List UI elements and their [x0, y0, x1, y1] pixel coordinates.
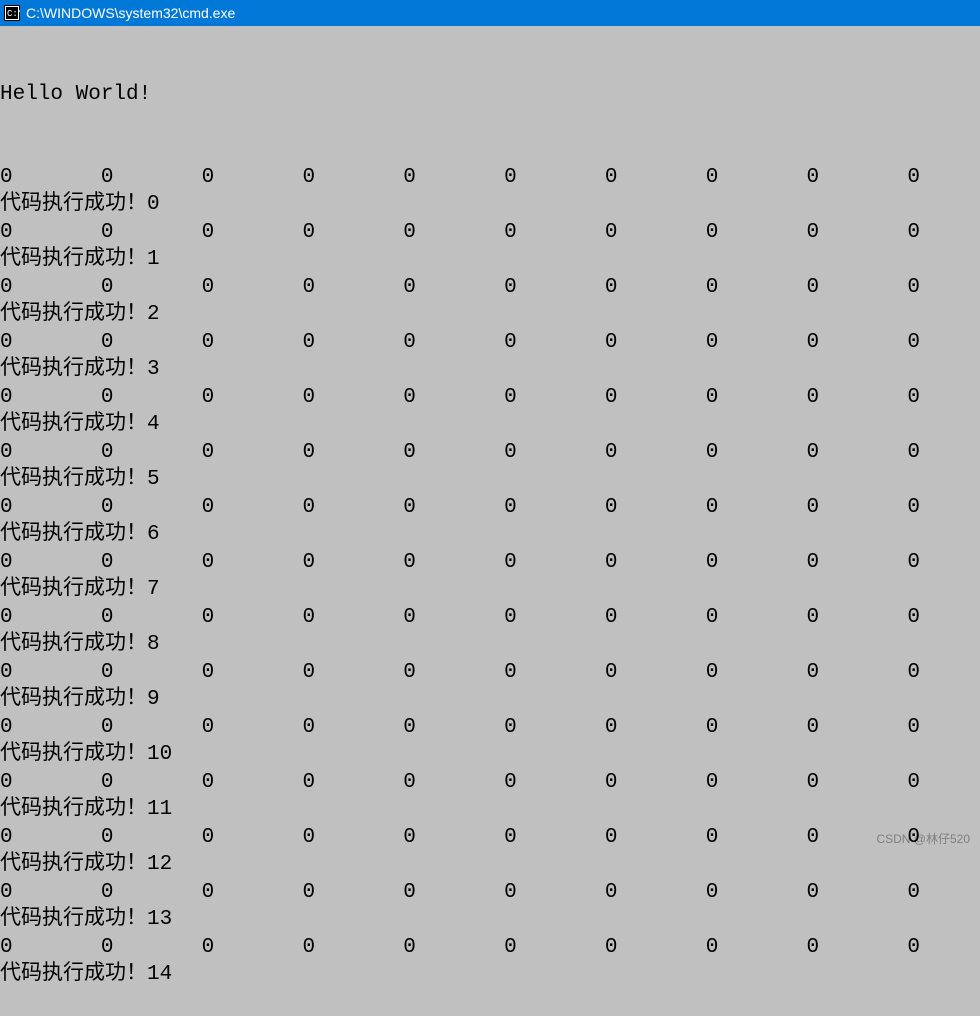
- console-zero-row: 0 0 0 0 0 0 0 0 0 0 0 0: [0, 769, 980, 797]
- console-success-line: 代码执行成功！12: [0, 851, 980, 879]
- console-zero-row: 0 0 0 0 0 0 0 0 0 0 0 0: [0, 219, 980, 247]
- console-zero-row: 0 0 0 0 0 0 0 0 0 0 0 0: [0, 274, 980, 302]
- console-zero-row: 0 0 0 0 0 0 0 0 0 0 0 0: [0, 549, 980, 577]
- console-zero-row: 0 0 0 0 0 0 0 0 0 0 0 0: [0, 494, 980, 522]
- console-zero-row: 0 0 0 0 0 0 0 0 0 0 0 0: [0, 439, 980, 467]
- console-success-line: 代码执行成功！5: [0, 466, 980, 494]
- console-success-line: 代码执行成功！14: [0, 961, 980, 989]
- console-zero-row: 0 0 0 0 0 0 0 0 0 0 0 0: [0, 659, 980, 687]
- console-zero-row: 0 0 0 0 0 0 0 0 0 0 0 0: [0, 934, 980, 962]
- window-titlebar[interactable]: C:\ C:\WINDOWS\system32\cmd.exe: [0, 0, 980, 26]
- console-zero-row: 0 0 0 0 0 0 0 0 0 0 0 0: [0, 384, 980, 412]
- console-success-line: 代码执行成功！2: [0, 301, 980, 329]
- svg-text:C:\: C:\: [7, 9, 20, 19]
- console-greeting: Hello World!: [0, 81, 980, 109]
- console-zero-row: 0 0 0 0 0 0 0 0 0 0 0 0: [0, 824, 980, 852]
- console-zero-row: 0 0 0 0 0 0 0 0 0 0 0 0: [0, 879, 980, 907]
- console-zero-row: 0 0 0 0 0 0 0 0 0 0 0 0: [0, 714, 980, 742]
- console-success-line: 代码执行成功！9: [0, 686, 980, 714]
- console-success-line: 代码执行成功！4: [0, 411, 980, 439]
- console-success-line: 代码执行成功！1: [0, 246, 980, 274]
- console-zero-row: 0 0 0 0 0 0 0 0 0 0 0 0: [0, 604, 980, 632]
- console-success-line: 代码执行成功！11: [0, 796, 980, 824]
- console-success-line: 代码执行成功！0: [0, 191, 980, 219]
- console-zero-row: 0 0 0 0 0 0 0 0 0 0 0 0: [0, 164, 980, 192]
- console-zero-row: 0 0 0 0 0 0 0 0 0 0 0 0: [0, 329, 980, 357]
- console-success-line: 代码执行成功！13: [0, 906, 980, 934]
- cmd-icon: C:\: [4, 5, 20, 21]
- console-output: Hello World! 0 0 0 0 0 0 0 0 0 0 0 0代码执行…: [0, 26, 980, 1016]
- console-success-line: 代码执行成功！6: [0, 521, 980, 549]
- window-title: C:\WINDOWS\system32\cmd.exe: [26, 5, 235, 21]
- console-success-line: 代码执行成功！3: [0, 356, 980, 384]
- console-success-line: 代码执行成功！10: [0, 741, 980, 769]
- console-success-line: 代码执行成功！7: [0, 576, 980, 604]
- console-success-line: 代码执行成功！8: [0, 631, 980, 659]
